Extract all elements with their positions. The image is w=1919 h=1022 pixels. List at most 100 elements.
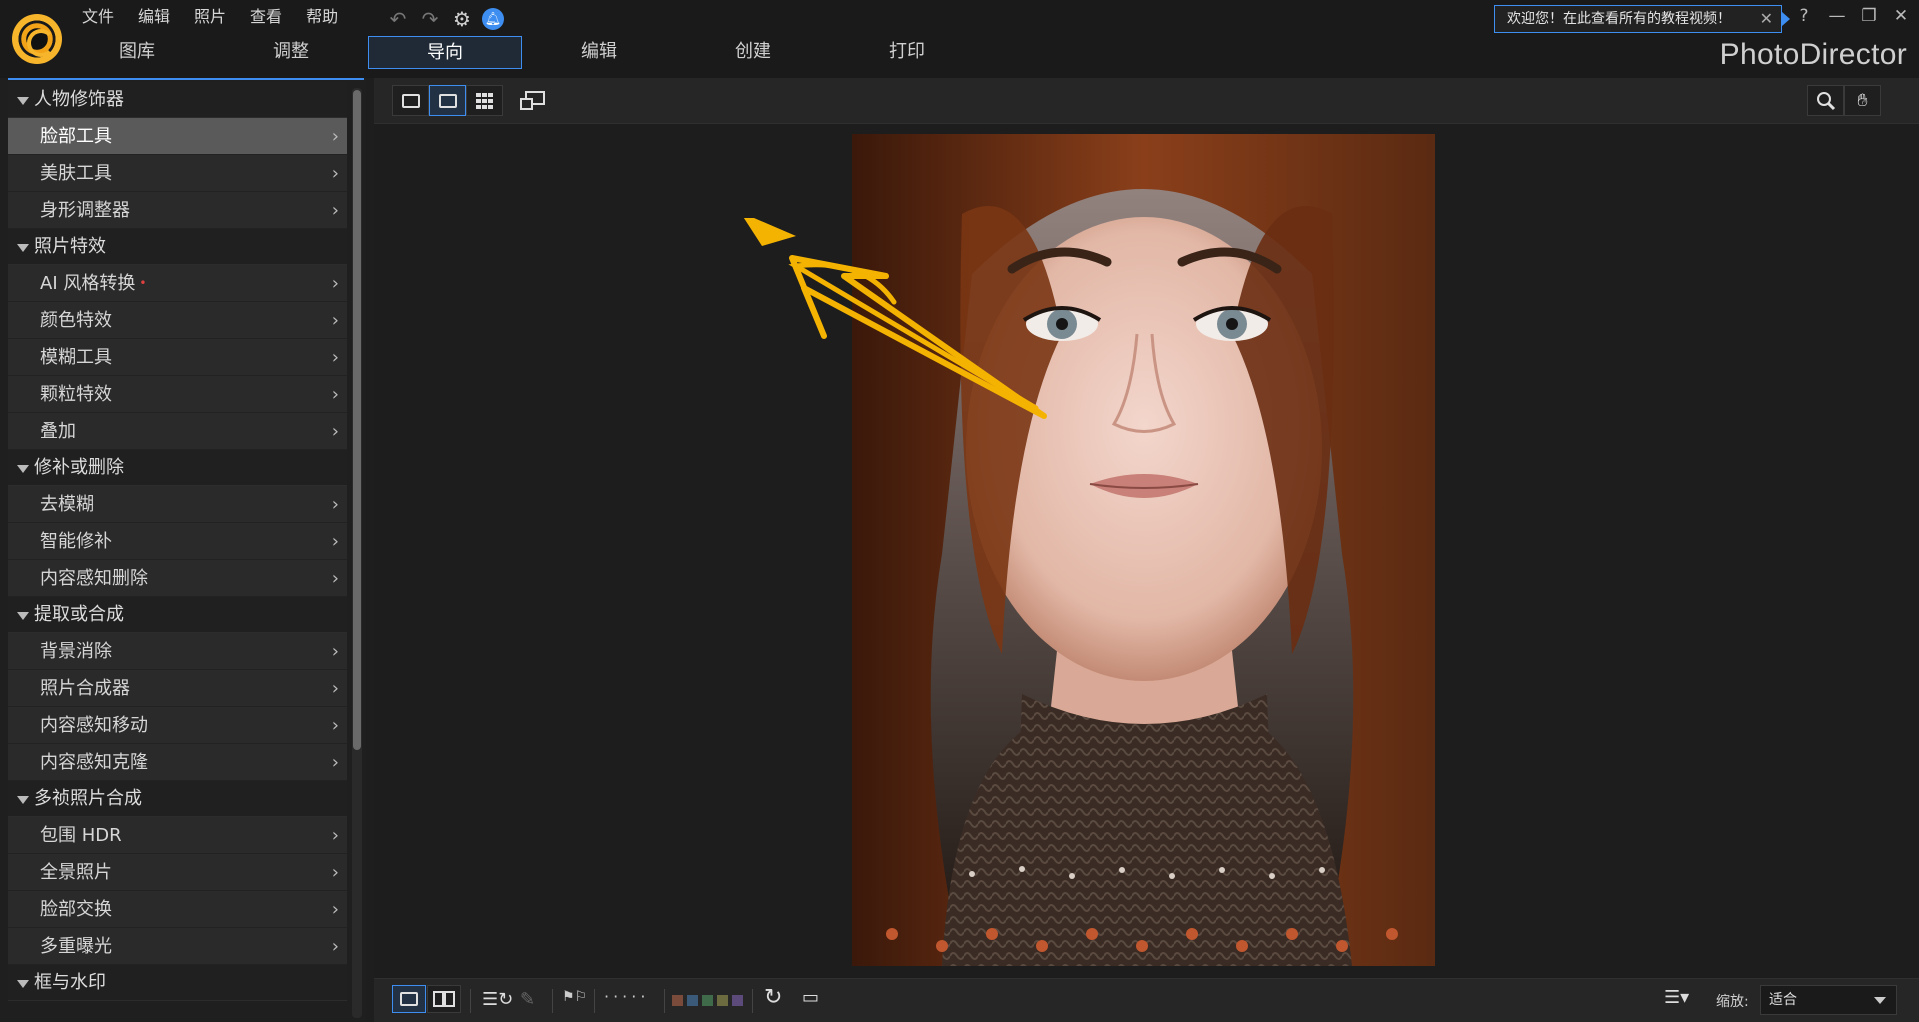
menu-view[interactable]: 查看 (250, 6, 294, 28)
tool-item[interactable]: 照片合成器 › (8, 670, 347, 707)
category-header[interactable]: 人物修饰器 (8, 82, 347, 118)
tool-item-label: 脸部工具 (40, 126, 112, 147)
flag-icon[interactable]: ⚑⚐ (562, 989, 587, 1005)
tool-item-label: AI 风格转换 (40, 273, 136, 294)
redo-icon[interactable]: ↷ (418, 7, 442, 31)
chevron-right-icon: › (331, 310, 339, 331)
help-icon[interactable]: ? (1791, 6, 1817, 26)
zoom-select[interactable]: 适合 (1760, 985, 1897, 1015)
tab-guided[interactable]: 导向 (368, 36, 522, 69)
menu-file[interactable]: 文件 (82, 6, 126, 28)
rotate-icon[interactable]: ↻ (764, 985, 782, 1010)
menu-photo[interactable]: 照片 (194, 6, 238, 28)
tool-item[interactable]: 内容感知克隆 › (8, 744, 347, 781)
tool-item-label: 美肤工具 (40, 163, 112, 184)
tool-item[interactable]: 脸部交换 › (8, 891, 347, 928)
tool-item[interactable]: 身形调整器 › (8, 192, 347, 229)
tool-item-label: 模糊工具 (40, 347, 112, 368)
tool-item[interactable]: 内容感知移动 › (8, 707, 347, 744)
menu-edit[interactable]: 编辑 (138, 6, 182, 28)
tool-item-label: 去模糊 (40, 494, 94, 515)
separator (552, 989, 553, 1013)
category-header[interactable]: 框与水印 (8, 965, 347, 1001)
tool-item[interactable]: 背景消除 › (8, 633, 347, 670)
category-header[interactable]: 提取或合成 (8, 597, 347, 633)
category-header[interactable]: 多祯照片合成 (8, 781, 347, 817)
tool-item[interactable]: 模糊工具 › (8, 339, 347, 376)
tool-item[interactable]: 美肤工具 › (8, 155, 347, 192)
menu-help[interactable]: 帮助 (306, 6, 350, 28)
tool-item-label: 颜色特效 (40, 310, 112, 331)
color-label-swatch[interactable] (687, 995, 698, 1006)
tab-adjust[interactable]: 调整 (214, 36, 368, 69)
list-options-icon[interactable]: ☰▾ (1664, 987, 1689, 1008)
rating-dots-icon[interactable]: ····· (604, 987, 649, 1006)
tool-tree: 人物修饰器 脸部工具 › 美肤工具 › 身形调整器 › 照片特效 AI 风格转换 • › 颜色特效 › 模… (8, 82, 347, 1001)
single-photo-button[interactable] (392, 985, 426, 1013)
tool-item-label: 背景消除 (40, 641, 112, 662)
welcome-tutorial-banner[interactable]: 欢迎您！在此查看所有的教程视频！ ✕ (1494, 5, 1782, 33)
chevron-right-icon: › (331, 200, 339, 221)
chevron-right-icon: › (331, 568, 339, 589)
tool-item[interactable]: 全景照片 › (8, 854, 347, 891)
guided-tools-panel: 人物修饰器 脸部工具 › 美肤工具 › 身形调整器 › 照片特效 AI 风格转换 • › 颜色特效 › 模… (0, 78, 366, 1022)
panel-accent-line (8, 78, 364, 80)
notification-bell-icon[interactable]: 🔔︎ (482, 8, 504, 30)
settings-gear-icon[interactable]: ⚙ (450, 7, 474, 31)
tool-item[interactable]: 去模糊 › (8, 486, 347, 523)
color-label-swatch[interactable] (702, 995, 713, 1006)
chevron-right-icon: › (331, 347, 339, 368)
sort-rotate-icon[interactable]: ☰↻ (482, 989, 513, 1010)
banner-pointer (1782, 12, 1790, 26)
tool-item[interactable]: 内容感知删除 › (8, 560, 347, 597)
single-view-icon (438, 93, 457, 108)
tool-item-label: 内容感知移动 (40, 715, 148, 736)
tool-item[interactable]: AI 风格转换 • › (8, 265, 347, 302)
minimize-icon[interactable]: — (1824, 6, 1850, 26)
undo-icon[interactable]: ↶ (386, 7, 410, 31)
chevron-right-icon: › (331, 163, 339, 184)
panel-scrollbar[interactable] (352, 88, 362, 1018)
category-header[interactable]: 照片特效 (8, 229, 347, 265)
tool-item[interactable]: 脸部工具 › (8, 118, 347, 155)
close-banner-icon[interactable]: ✕ (1760, 6, 1773, 32)
single-view-button[interactable] (429, 85, 466, 116)
tool-item[interactable]: 智能修补 › (8, 523, 347, 560)
tab-create[interactable]: 创建 (676, 36, 830, 69)
zoom-tool-button[interactable] (1807, 85, 1844, 116)
crop-screen-icon[interactable]: ▭ (802, 987, 819, 1008)
chevron-right-icon: › (331, 936, 339, 957)
fit-screen-button[interactable] (514, 85, 551, 116)
brush-tag-icon[interactable]: ✎ (520, 989, 535, 1010)
tab-edit[interactable]: 编辑 (522, 36, 676, 69)
brand-name: PhotoDirector (1719, 38, 1907, 71)
pan-tool-button[interactable]: ✋︎ (1844, 85, 1881, 116)
photo-viewer: ✋︎ ☰↻ ✎ ⚑⚐ ····· ↻ ▭ ☰▾ 缩放: 适合 (374, 78, 1919, 1022)
compare-view-button[interactable] (392, 85, 429, 116)
color-label-swatch[interactable] (672, 995, 683, 1006)
tool-item-label: 照片合成器 (40, 678, 130, 699)
grid-view-icon (475, 92, 494, 109)
tool-item[interactable]: 叠加 › (8, 413, 347, 450)
tool-item[interactable]: 颜色特效 › (8, 302, 347, 339)
restore-icon[interactable]: ❐ (1856, 6, 1882, 26)
tab-library[interactable]: 图库 (60, 36, 214, 69)
chevron-right-icon: › (331, 494, 339, 515)
chevron-right-icon: › (331, 862, 339, 883)
close-window-icon[interactable]: ✕ (1888, 6, 1914, 26)
scrollbar-thumb[interactable] (353, 90, 361, 750)
single-photo-icon (400, 992, 418, 1006)
chevron-right-icon: › (331, 678, 339, 699)
fit-screen-icon (519, 90, 545, 110)
category-header[interactable]: 修补或删除 (8, 450, 347, 486)
tool-item-label: 叠加 (40, 421, 76, 442)
tool-item[interactable]: 多重曝光 › (8, 928, 347, 965)
separator (470, 989, 471, 1013)
side-by-side-button[interactable] (427, 985, 461, 1013)
grid-view-button[interactable] (466, 85, 503, 116)
tool-item[interactable]: 颗粒特效 › (8, 376, 347, 413)
color-label-swatch[interactable] (717, 995, 728, 1006)
tab-print[interactable]: 打印 (830, 36, 984, 69)
color-label-swatch[interactable] (732, 995, 743, 1006)
tool-item[interactable]: 包围 HDR › (8, 817, 347, 854)
